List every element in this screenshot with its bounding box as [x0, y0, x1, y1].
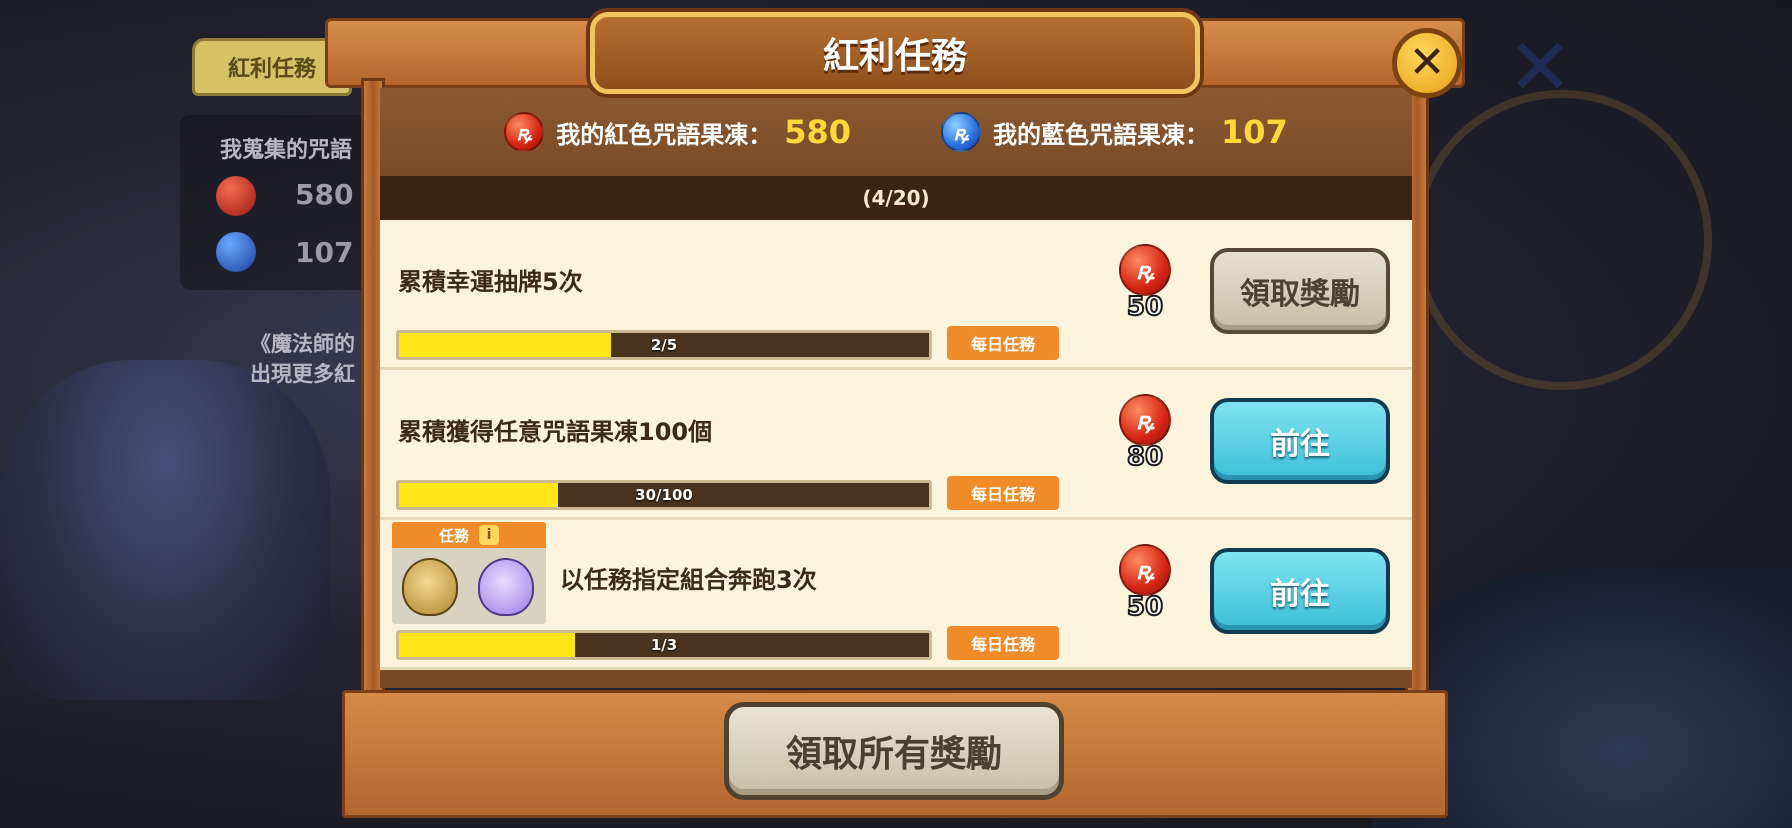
daily-task-tag: 每日任務 — [947, 626, 1059, 660]
daily-task-tag: 每日任務 — [947, 326, 1059, 360]
task-title: 以任務指定組合奔跑3次 — [560, 566, 817, 594]
mission-label: 任務 — [438, 526, 469, 545]
claim-all-button[interactable]: 領取所有獎勵 — [724, 702, 1064, 800]
task-list[interactable]: 累積幸運抽牌5次 2/5 每日任務 ꝶ 50 領取獎勵 累積獲得任意咒語果凍10… — [380, 220, 1412, 670]
dialog-content: ꝶ 我的紅色咒語果凍： 580 ꝶ 我的藍色咒語果凍： 107 (4/20) 累… — [380, 88, 1412, 688]
dialog-title: 紅利任務 — [822, 36, 967, 77]
go-button[interactable]: 前往 — [1210, 548, 1390, 634]
dialog-title-plate: 紅利任務 — [590, 12, 1200, 94]
info-icon[interactable]: i — [479, 525, 499, 545]
background-close-icon: ✕ — [1507, 23, 1573, 113]
task-progress-bar: 30/100 — [396, 480, 932, 510]
task-reward: ꝶ 80 — [1110, 394, 1180, 473]
red-jelly-count: ꝶ 我的紅色咒語果凍： 580 — [504, 112, 851, 152]
blue-jelly-value: 107 — [1221, 113, 1288, 151]
task-item: 累積幸運抽牌5次 2/5 每日任務 ꝶ 50 領取獎勵 — [380, 220, 1412, 370]
task-progress-count: (4/20) — [380, 176, 1412, 220]
blue-jelly-count: ꝶ 我的藍色咒語果凍： 107 — [941, 112, 1288, 152]
reward-value: 50 — [1126, 291, 1164, 323]
mission-cookie-box: 任務 i — [392, 522, 546, 624]
claim-reward-button[interactable]: 領取獎勵 — [1210, 248, 1390, 334]
task-progress-text: 30/100 — [635, 486, 693, 504]
background-blue-jelly-icon — [216, 232, 256, 272]
cookie-character-icon — [402, 558, 458, 616]
task-title: 累積獲得任意咒語果凍100個 — [398, 418, 713, 446]
task-title: 累積幸運抽牌5次 — [398, 268, 583, 296]
task-progress-bar: 2/5 — [396, 330, 932, 360]
task-progress-bar: 1/3 — [396, 630, 932, 660]
red-jelly-value: 580 — [784, 113, 851, 151]
jelly-summary: ꝶ 我的紅色咒語果凍： 580 ꝶ 我的藍色咒語果凍： 107 — [380, 88, 1412, 176]
ghost-pet-icon — [478, 558, 534, 616]
task-reward: ꝶ 50 — [1110, 544, 1180, 623]
task-reward: ꝶ 50 — [1110, 244, 1180, 323]
red-jelly-icon: ꝶ — [1119, 244, 1171, 296]
red-jelly-icon: ꝶ — [1119, 394, 1171, 446]
task-item: 累積獲得任意咒語果凍100個 30/100 每日任務 ꝶ 80 前往 — [380, 370, 1412, 520]
reward-value: 80 — [1126, 441, 1164, 473]
red-jelly-icon: ꝶ — [1119, 544, 1171, 596]
task-progress-text: 1/3 — [650, 636, 678, 654]
task-progress-text: 2/5 — [650, 336, 678, 354]
task-item: 任務 i 以任務指定組合奔跑3次 1/3 每日任務 ꝶ 50 前往 — [380, 520, 1412, 670]
mission-header: 任務 i — [392, 522, 546, 548]
background-red-jelly-icon — [216, 176, 256, 216]
blue-jelly-label: 我的藍色咒語果凍： — [993, 120, 1209, 149]
go-button[interactable]: 前往 — [1210, 398, 1390, 484]
close-icon[interactable]: ✕ — [1392, 28, 1462, 98]
red-jelly-label: 我的紅色咒語果凍： — [556, 120, 773, 149]
background-cauldron — [0, 360, 330, 700]
blue-jelly-icon: ꝶ — [941, 112, 981, 152]
reward-value: 50 — [1126, 591, 1164, 623]
daily-task-tag: 每日任務 — [947, 476, 1059, 510]
red-jelly-icon: ꝶ — [504, 112, 545, 152]
